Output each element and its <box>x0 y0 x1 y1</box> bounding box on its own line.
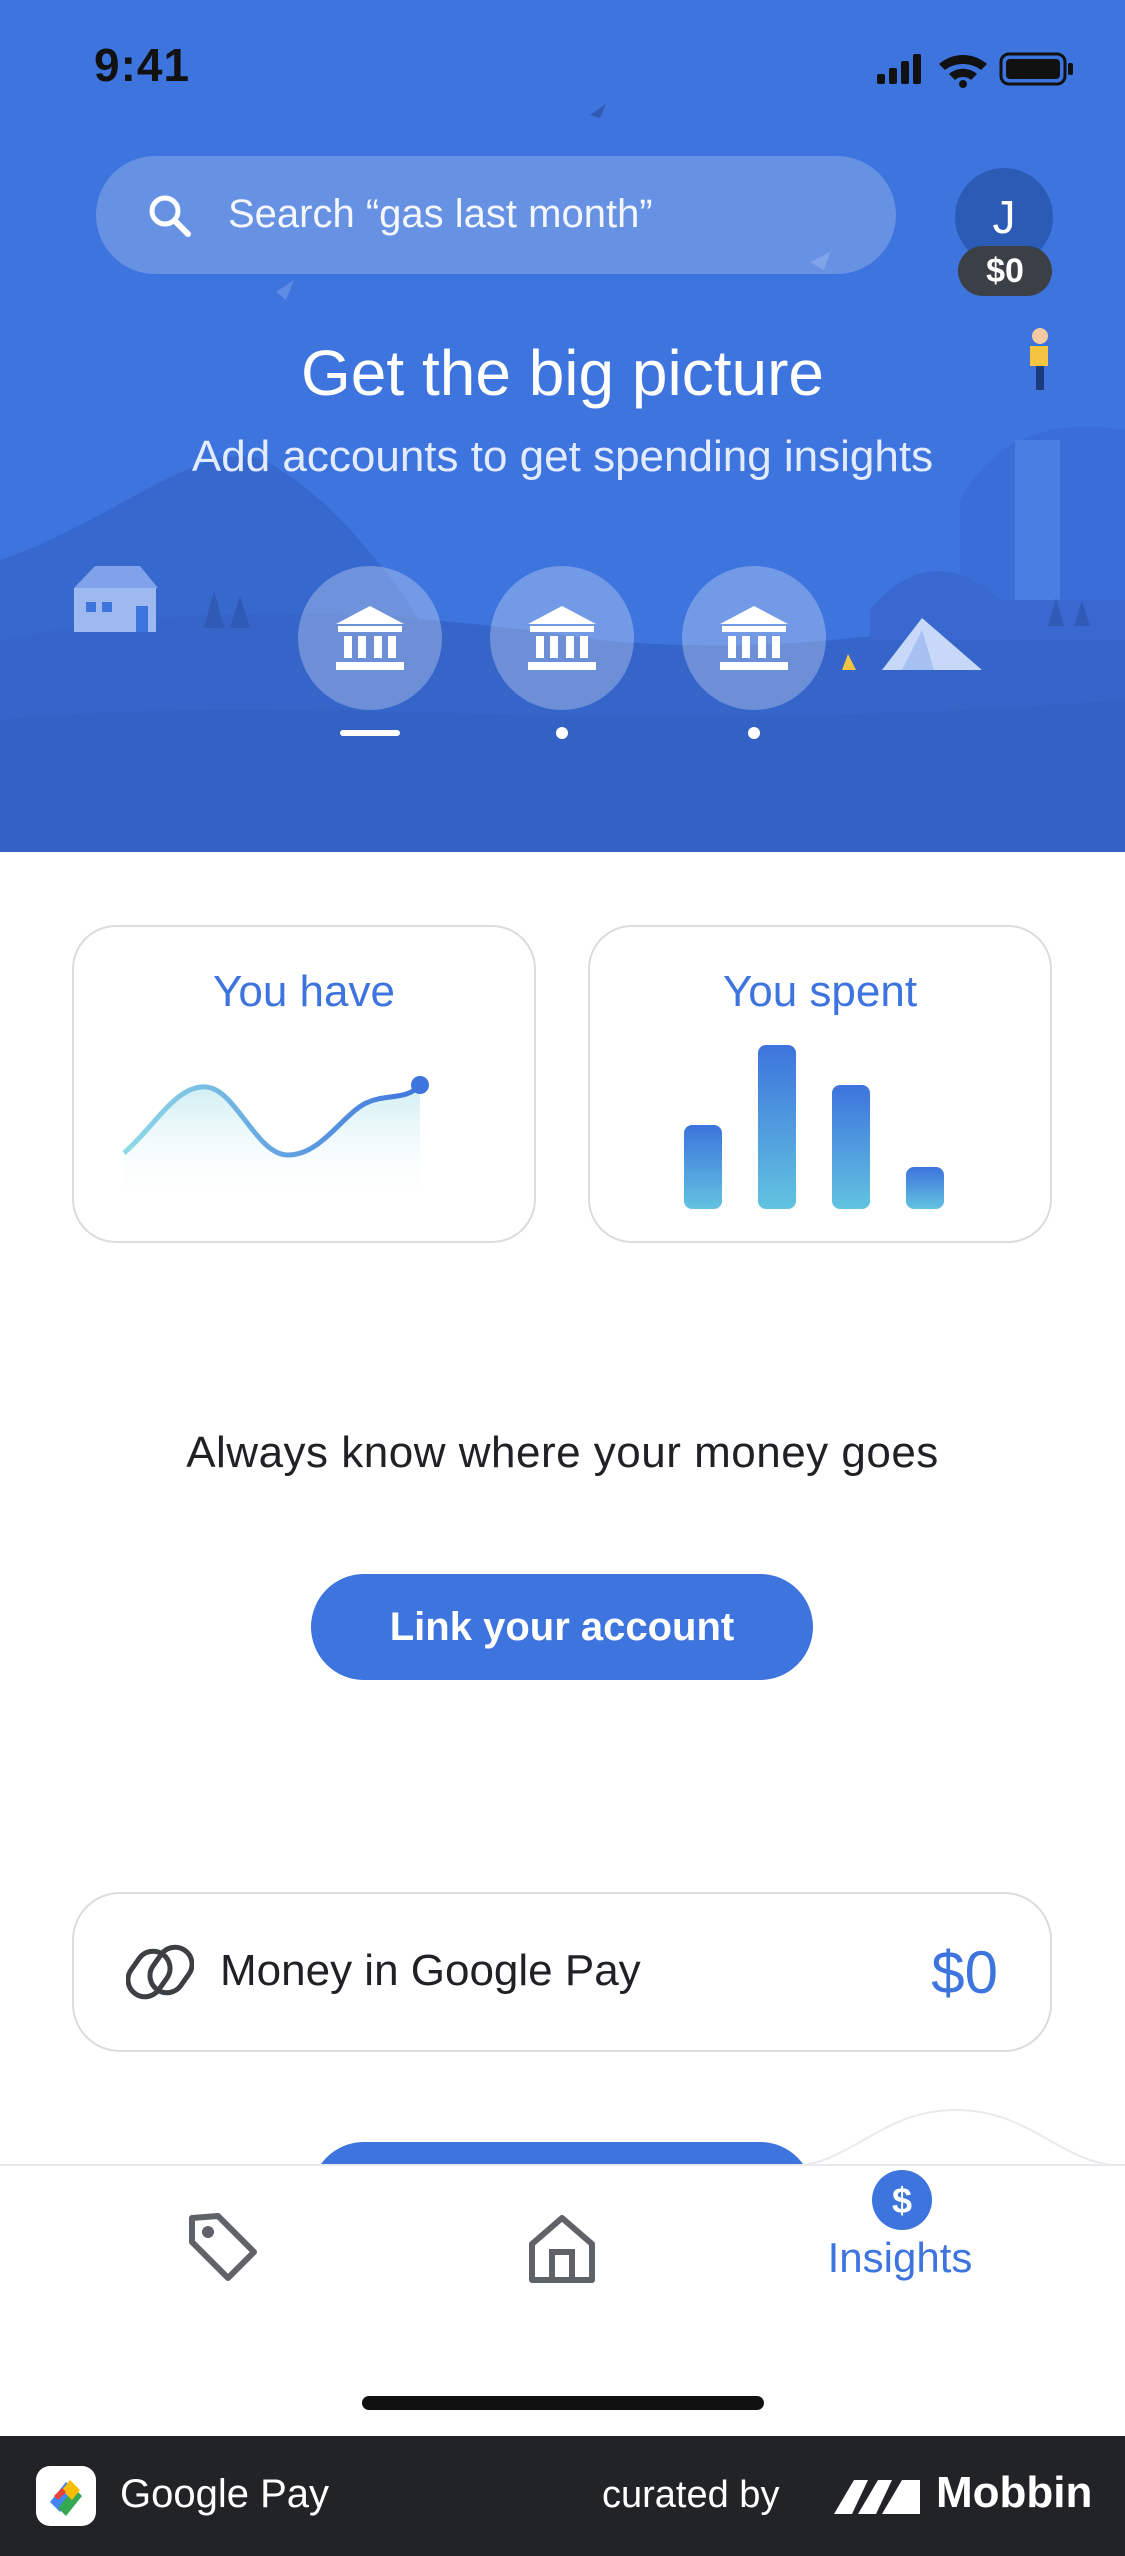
search-placeholder: Search “gas last month” <box>228 192 653 236</box>
bank-slot-1[interactable] <box>298 566 442 710</box>
bank-icon <box>336 606 404 670</box>
footer-curated-by: curated by <box>602 2474 780 2516</box>
nav-tab-insights[interactable]: $ <box>872 2170 932 2235</box>
status-icons <box>877 52 1073 88</box>
footer-app-name: Google Pay <box>120 2472 330 2516</box>
hero-title: Get the big picture <box>301 337 824 409</box>
money-in-google-pay-row[interactable]: Money in Google Pay $0 <box>72 1892 1052 2052</box>
money-label: Money in Google Pay <box>220 1946 641 1995</box>
home-indicator <box>362 2396 764 2410</box>
status-bar: 9:41 <box>0 0 1125 140</box>
wifi-icon <box>939 55 987 70</box>
pager-indicator-active <box>340 730 400 736</box>
footer-brand: Mobbin <box>936 2468 1093 2517</box>
nav-tab-home[interactable] <box>522 2210 602 2291</box>
nav-tab-offers[interactable] <box>184 2208 260 2289</box>
bank-icon <box>528 606 596 670</box>
you-have-title: You have <box>213 967 395 1016</box>
bank-slot-2[interactable] <box>490 566 634 710</box>
svg-text:$: $ <box>892 2180 912 2221</box>
balance-badge: $0 <box>958 246 1052 296</box>
home-icon <box>529 2215 595 2283</box>
pager-dot <box>556 727 568 739</box>
search-bar[interactable]: Search “gas last month” <box>96 156 896 274</box>
you-spent-card[interactable]: You spent <box>588 925 1052 1243</box>
google-pay-logo-icon <box>50 2480 82 2516</box>
link-account-button[interactable]: Link your account <box>311 1574 813 1680</box>
tagline: Always know where your money goes <box>186 1428 939 1477</box>
pager-dot <box>748 727 760 739</box>
nav-label-insights[interactable]: Insights <box>800 2234 1000 2282</box>
hero-subtitle: Add accounts to get spending insights <box>191 432 934 481</box>
search-icon <box>149 195 191 237</box>
linked-rings-icon <box>126 1944 194 2000</box>
line-graphic <box>122 1076 429 1205</box>
nav-active-bump <box>790 2108 1125 2170</box>
footer-bar: Google Pay curated by Mobbin <box>0 2436 1125 2556</box>
status-time: 9:41 <box>94 39 191 91</box>
money-value: $0 <box>931 1939 998 2006</box>
bank-icon <box>720 606 788 670</box>
tag-icon <box>189 2213 257 2281</box>
dollar-icon: $ <box>872 2170 932 2230</box>
mobbin-logo-icon <box>834 2480 920 2514</box>
signal-icon <box>877 74 885 84</box>
you-spent-title: You spent <box>722 967 918 1016</box>
bank-slot-3[interactable] <box>682 566 826 710</box>
hero-banner: 9:41 Search “gas last month” J $0 Get th… <box>0 0 1125 852</box>
google-pay-logo <box>36 2466 96 2526</box>
bar-graphic <box>684 1045 944 1209</box>
you-have-card[interactable]: You have <box>72 925 536 1243</box>
